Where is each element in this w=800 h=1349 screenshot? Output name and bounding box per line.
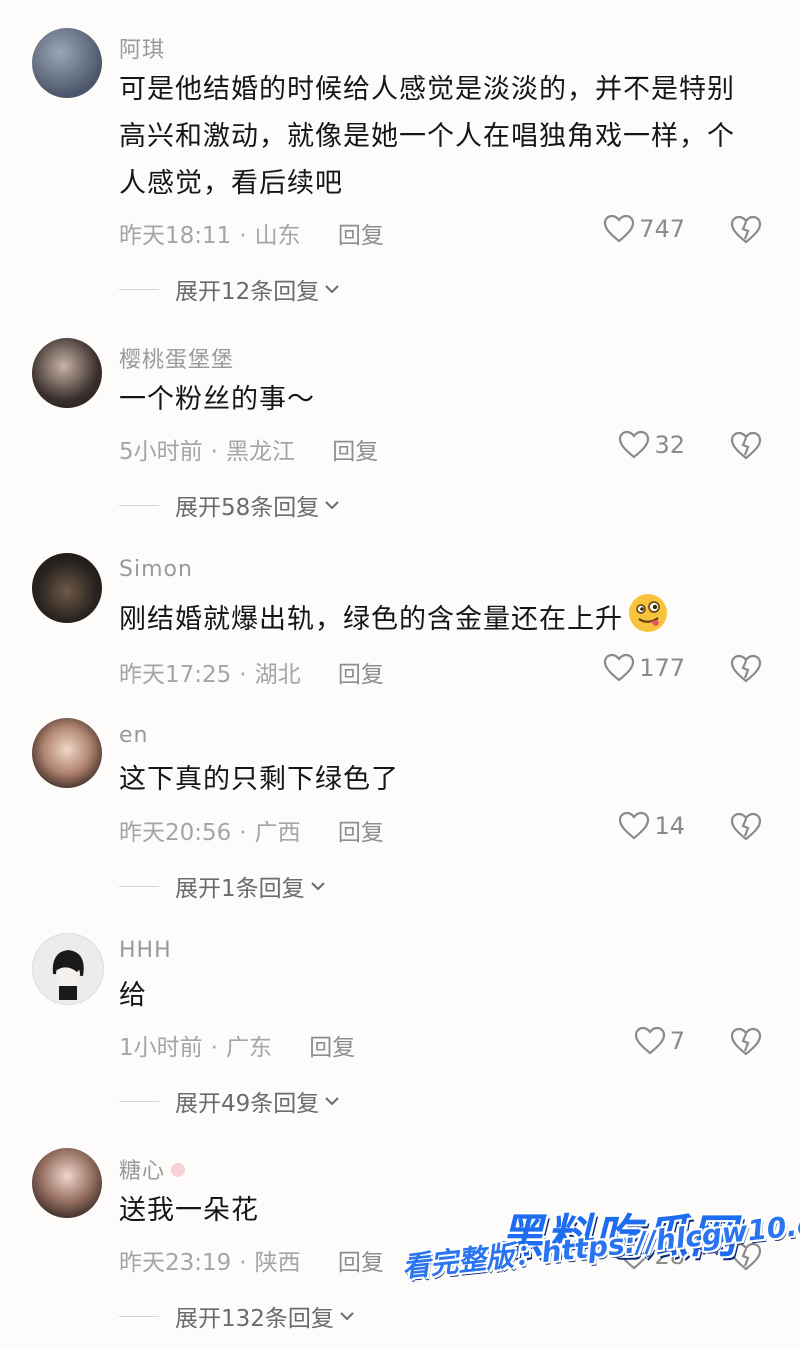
comment-meta: 昨天23:19 · 陕西 回复 [119, 1250, 384, 1276]
comment-text: 一个粉丝的事～ [119, 384, 315, 415]
broken-heart-icon[interactable] [730, 214, 762, 246]
avatar[interactable] [32, 338, 102, 408]
like-button[interactable]: 14 [618, 811, 685, 841]
broken-heart-icon[interactable] [730, 1026, 762, 1058]
reply-button[interactable]: 回复 [338, 662, 384, 688]
heart-outline-icon [619, 811, 650, 840]
username[interactable]: 樱桃蛋堡堡 [119, 342, 234, 374]
like-count: 747 [639, 215, 685, 243]
avatar[interactable] [32, 28, 102, 98]
expand-replies-button[interactable]: 展开58条回复 [119, 488, 341, 522]
chevron-down-icon [325, 285, 339, 294]
comment-time: 1小时前 [119, 1035, 203, 1061]
avatar-illustration [52, 950, 84, 1000]
chevron-down-icon [325, 501, 339, 510]
drooling-face-emoji [629, 594, 667, 632]
comment-text: 可是他结婚的时候给人感觉是淡淡的，并不是特别 高兴和激动，就像是她一个人在唱独角… [119, 74, 735, 199]
like-button[interactable]: 7 [634, 1026, 685, 1056]
username[interactable]: 阿琪 [119, 32, 165, 64]
comment-location: 广西 [254, 820, 301, 846]
reply-button[interactable]: 回复 [309, 1035, 355, 1061]
username[interactable]: en [119, 723, 148, 748]
comment-time: 昨天23:19 [119, 1250, 232, 1276]
expand-replies-button[interactable]: 展开12条回复 [119, 272, 341, 306]
username[interactable]: Simon [119, 557, 193, 582]
reply-button[interactable]: 回复 [338, 223, 384, 249]
like-count: 177 [639, 654, 685, 682]
comment-meta: 5小时前 · 黑龙江 回复 [119, 439, 379, 465]
like-button[interactable]: 747 [603, 214, 685, 244]
broken-heart-icon[interactable] [730, 430, 762, 462]
comment-meta: 昨天18:11 · 山东 回复 [119, 223, 384, 249]
heart-outline-icon [619, 430, 650, 459]
expand-replies-button[interactable]: 展开132条回复 [119, 1299, 356, 1333]
comment-time: 昨天20:56 [119, 820, 232, 846]
heart-outline-icon [604, 214, 635, 243]
avatar[interactable] [32, 718, 102, 788]
username[interactable]: 糖心 [119, 1153, 186, 1185]
comment-text: 这下真的只剩下绿色了 [119, 764, 399, 795]
comment-meta: 昨天20:56 · 广西 回复 [119, 820, 384, 846]
comment-time: 5小时前 [119, 439, 203, 465]
heart-outline-icon [634, 1026, 665, 1055]
comment-meta: 1小时前 · 广东 回复 [119, 1035, 356, 1061]
avatar[interactable] [32, 933, 104, 1005]
comment-location: 湖北 [254, 662, 301, 688]
comment-text: 刚结婚就爆出轨，绿色的含金量还在上升 [119, 592, 779, 643]
username[interactable]: HHH [119, 938, 172, 963]
chevron-down-icon [325, 1097, 339, 1106]
comment-location: 黑龙江 [225, 439, 295, 465]
reply-button[interactable]: 回复 [332, 439, 378, 465]
reply-button[interactable]: 回复 [338, 1250, 384, 1276]
comment-time: 昨天17:25 [119, 662, 232, 688]
comment-meta: 昨天17:25 · 湖北 回复 [119, 662, 384, 688]
avatar[interactable] [32, 553, 102, 623]
badge-dot [171, 1163, 186, 1177]
expand-replies-button[interactable]: 展开1条回复 [119, 869, 327, 903]
comment-location: 山东 [254, 223, 301, 249]
like-count: 14 [654, 812, 685, 840]
reply-button[interactable]: 回复 [338, 820, 384, 846]
chevron-down-icon [340, 1312, 354, 1321]
like-button[interactable]: 177 [603, 653, 685, 683]
like-count: 7 [669, 1027, 685, 1055]
comment-location: 广东 [225, 1035, 272, 1061]
comment-text: 给 [119, 980, 147, 1011]
like-count: 32 [654, 431, 685, 459]
like-button[interactable]: 32 [618, 430, 685, 460]
expand-replies-button[interactable]: 展开49条回复 [119, 1084, 341, 1118]
avatar[interactable] [32, 1148, 102, 1218]
comment-time: 昨天18:11 [119, 223, 232, 249]
broken-heart-icon[interactable] [730, 653, 762, 685]
chevron-down-icon [310, 882, 325, 891]
heart-outline-icon [604, 653, 635, 682]
broken-heart-icon[interactable] [730, 811, 762, 843]
comment-location: 陕西 [254, 1250, 301, 1276]
